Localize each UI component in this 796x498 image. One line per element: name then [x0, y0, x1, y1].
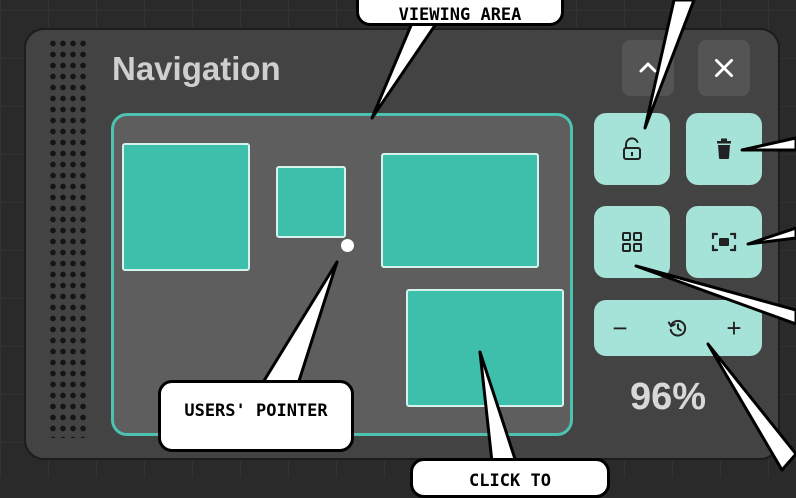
canvas-object[interactable] [122, 143, 250, 271]
grid-icon [622, 232, 642, 252]
user-pointer [341, 239, 354, 252]
callout-click-to: CLICK TO [410, 458, 610, 498]
trash-icon [717, 138, 731, 159]
close-icon [715, 59, 733, 77]
callout-viewing-area: VIEWING AREA [356, 0, 564, 26]
drag-handle[interactable] [48, 38, 90, 438]
canvas-object[interactable] [381, 153, 539, 268]
fit-screen-icon [711, 232, 737, 252]
zoom-level: 96% [630, 376, 707, 418]
close-button[interactable] [698, 40, 750, 96]
grid-button[interactable] [594, 206, 670, 278]
callout-users-pointer: USERS' POINTER [158, 380, 354, 452]
panel-title: Navigation [112, 50, 281, 87]
zoom-out-button[interactable]: − [600, 300, 640, 356]
fit-screen-button[interactable] [686, 206, 762, 278]
unlock-icon [623, 137, 641, 160]
canvas-object[interactable] [276, 166, 346, 238]
lock-button[interactable] [594, 113, 670, 185]
zoom-in-button[interactable]: + [714, 300, 754, 356]
collapse-button[interactable] [622, 40, 674, 96]
delete-button[interactable] [686, 113, 762, 185]
zoom-reset-button[interactable] [656, 300, 700, 356]
history-icon [667, 319, 687, 337]
zoom-control: − + [594, 300, 762, 356]
chevron-up-icon [639, 62, 657, 73]
canvas-object[interactable] [406, 289, 564, 407]
